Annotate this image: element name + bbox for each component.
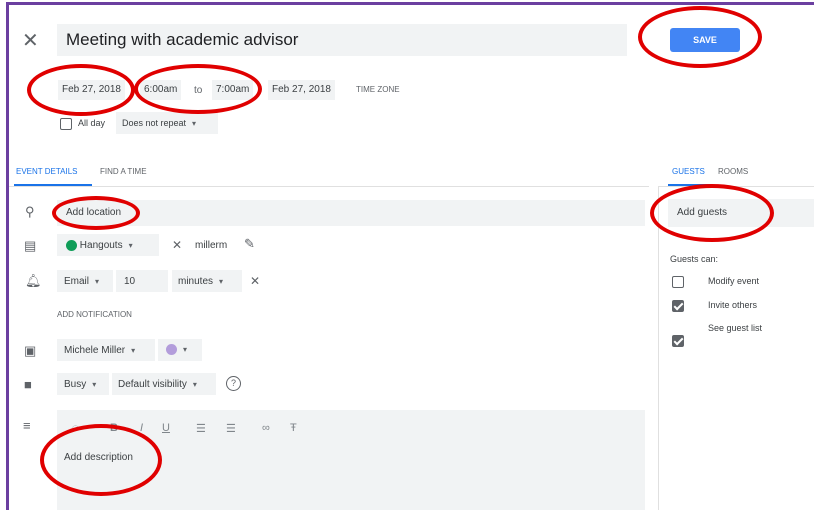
help-icon[interactable]: ? [226, 376, 241, 391]
remove-conference-icon[interactable]: ✕ [172, 238, 182, 252]
to-label: to [194, 85, 203, 96]
modify-event-checkbox[interactable] [672, 276, 684, 288]
notification-amount[interactable]: 10 [124, 276, 135, 287]
notes-icon: ≡ [23, 418, 31, 433]
description-field[interactable] [57, 410, 645, 510]
tab-guests[interactable]: GUESTS [672, 167, 705, 176]
add-notification-link[interactable]: ADD NOTIFICATION [57, 310, 132, 319]
chevron-down-icon: ▾ [92, 380, 97, 389]
calendar-icon: ▣ [24, 343, 37, 358]
end-time[interactable]: 7:00am [212, 80, 254, 100]
description-input[interactable]: Add description [64, 452, 133, 463]
link-icon[interactable]: ∞ [262, 422, 270, 434]
chevron-down-icon: ▾ [192, 119, 197, 128]
start-time[interactable]: 6:00am [140, 80, 182, 100]
attachment-icon[interactable]: ◌ [72, 422, 79, 434]
calendar-color: ▾ [166, 344, 187, 355]
event-title[interactable]: Meeting with academic advisor [66, 30, 298, 50]
chevron-down-icon: ▾ [219, 277, 224, 286]
bold-icon[interactable]: B [110, 422, 118, 434]
underline-icon[interactable]: U [162, 422, 170, 434]
all-day-checkbox[interactable] [60, 118, 72, 130]
timezone-button[interactable]: TIME ZONE [356, 85, 400, 94]
remove-formatting-icon[interactable]: Ŧ [290, 422, 297, 434]
location-field[interactable] [57, 200, 645, 226]
see-guest-list-label: See guest list [708, 323, 763, 333]
guests-tab-divider [658, 186, 814, 187]
conference-icon: ▤ [24, 238, 37, 253]
bulleted-list-icon[interactable]: ☰ [226, 422, 236, 435]
chevron-down-icon: ▾ [183, 345, 188, 355]
start-date[interactable]: Feb 27, 2018 [58, 80, 125, 100]
chevron-down-icon: ▾ [192, 380, 197, 389]
all-day-label: All day [78, 118, 106, 128]
color-swatch [166, 344, 177, 355]
see-guest-list-checkbox[interactable] [672, 335, 684, 347]
briefcase-icon: ■ [24, 377, 32, 392]
invite-others-checkbox[interactable] [672, 300, 684, 312]
calendar-owner: Michele Miller ▾ [64, 345, 136, 356]
tab-rooms[interactable]: ROOMS [718, 167, 748, 176]
conference-id: millerm [195, 240, 228, 251]
save-button[interactable]: SAVE [670, 28, 740, 52]
tab-event-details[interactable]: EVENT DETAILS [16, 167, 78, 176]
availability: Busy ▾ [64, 379, 97, 390]
bell-icon: 🔔︎ [25, 273, 42, 288]
repeat-label: Does not repeat ▾ [122, 118, 197, 128]
end-date[interactable]: Feb 27, 2018 [268, 80, 335, 100]
add-guests-input[interactable]: Add guests [677, 207, 727, 218]
panel-divider [658, 186, 659, 510]
guests-can-label: Guests can: [670, 254, 719, 264]
remove-notification-icon[interactable]: ✕ [250, 274, 260, 288]
chevron-down-icon: ▾ [128, 241, 133, 251]
tab-find-a-time[interactable]: FIND A TIME [100, 167, 147, 176]
modify-event-label: Modify event [708, 276, 760, 286]
notification-type: Email ▾ [64, 276, 100, 287]
numbered-list-icon[interactable]: ☰ [196, 422, 206, 435]
location-input[interactable]: Add location [66, 207, 121, 218]
location-pin-icon: ⚲ [25, 204, 35, 219]
hangouts-icon [66, 240, 77, 251]
italic-icon[interactable]: I [140, 422, 143, 434]
tab-divider [9, 186, 649, 187]
close-icon[interactable]: ✕ [22, 28, 39, 53]
visibility: Default visibility ▾ [118, 379, 197, 390]
notification-unit: minutes ▾ [178, 276, 224, 287]
conference-label: Hangouts ▾ [66, 240, 133, 251]
chevron-down-icon: ▾ [95, 277, 100, 286]
invite-others-label: Invite others [708, 300, 758, 310]
chevron-down-icon: ▾ [131, 346, 136, 355]
edit-pencil-icon[interactable]: ✎ [244, 236, 255, 252]
